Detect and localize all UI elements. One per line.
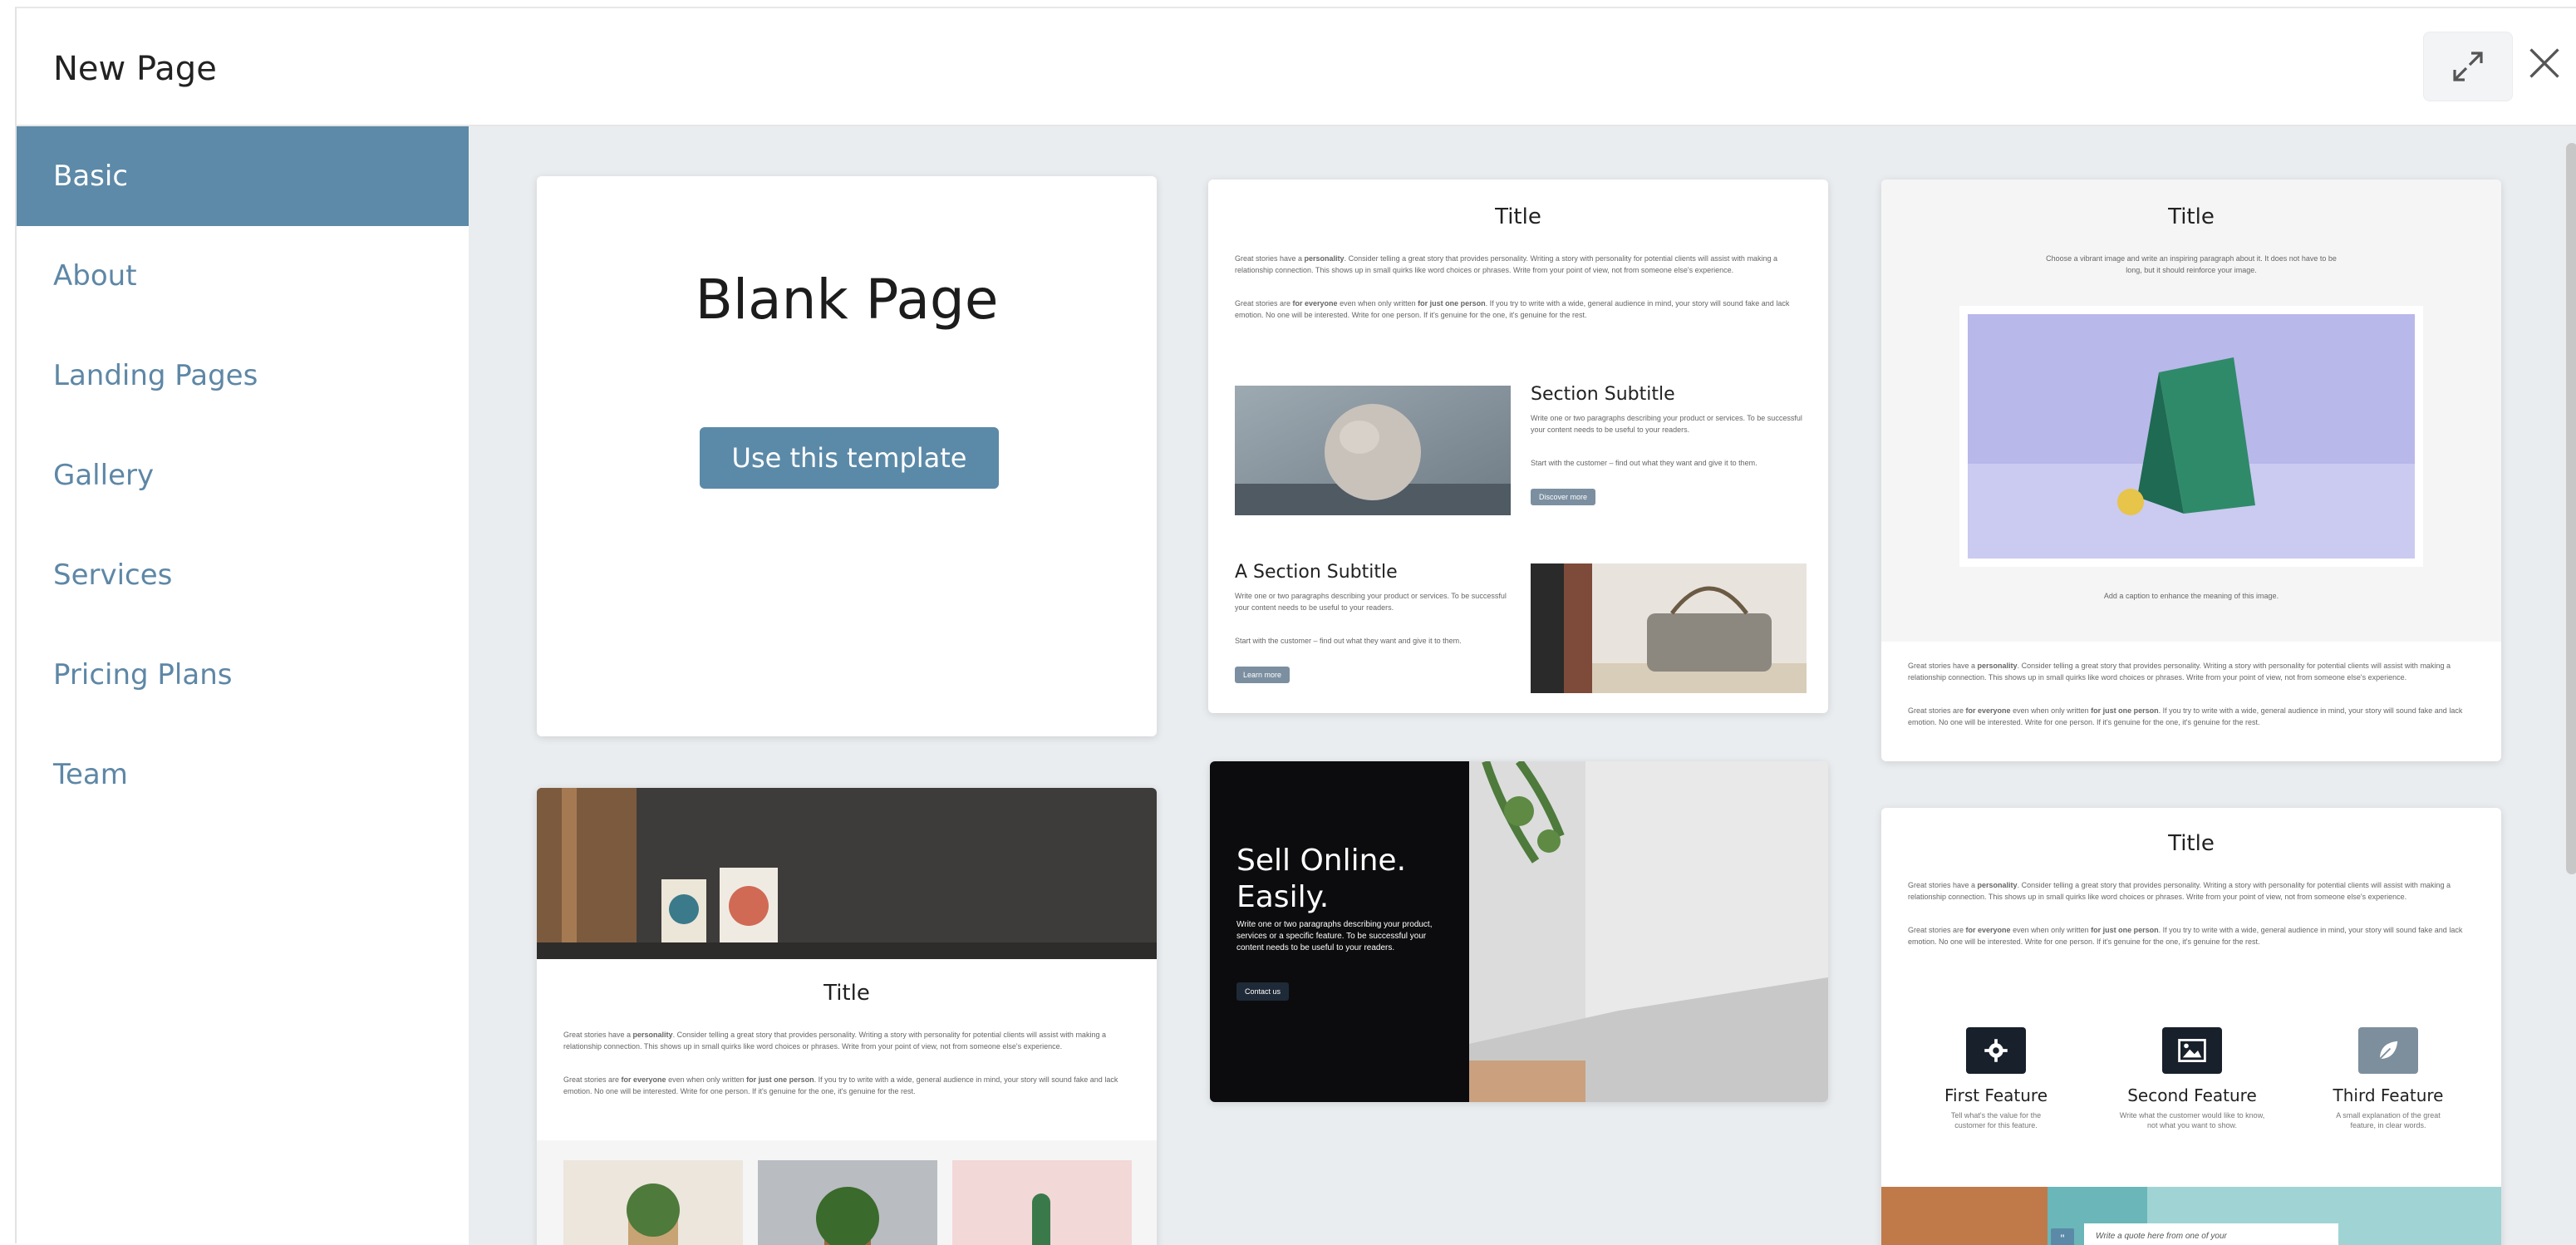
hero-room-image bbox=[537, 788, 1157, 959]
section-subtitle: Section Subtitle bbox=[1531, 384, 1675, 405]
close-icon bbox=[2529, 48, 2559, 78]
feature-name: Third Feature bbox=[2333, 1085, 2444, 1105]
section-subtitle-2: A Section Subtitle bbox=[1235, 562, 1398, 583]
template-card-sections[interactable]: Title Great stories have a personality. … bbox=[1208, 180, 1828, 713]
template-paragraph-2: Great stories are for everyone even when… bbox=[563, 1075, 1118, 1095]
geometric-shape-image bbox=[1959, 306, 2423, 567]
contact-us-button[interactable]: Contact us bbox=[1236, 982, 1290, 1001]
section-text-2: Start with the customer – find out what … bbox=[1531, 459, 1757, 467]
image-intro-text: Choose a vibrant image and write an insp… bbox=[2046, 254, 2337, 274]
cactus-photo bbox=[952, 1160, 1132, 1245]
template-gallery: Blank Page Use this template Title Great… bbox=[469, 126, 2576, 1245]
sidebar-item-label: Team bbox=[53, 758, 128, 791]
category-sidebar: Basic About Landing Pages Gallery Servic… bbox=[17, 126, 469, 1245]
template-card-blank[interactable]: Blank Page Use this template bbox=[537, 176, 1157, 736]
sidebar-item-label: About bbox=[53, 259, 137, 293]
sidebar-item-services[interactable]: Services bbox=[17, 525, 469, 625]
feature-name: First Feature bbox=[1944, 1085, 2048, 1105]
sidebar-item-about[interactable]: About bbox=[17, 226, 469, 326]
speaker-image bbox=[1235, 386, 1511, 515]
template-title: Title bbox=[823, 981, 870, 1006]
sidebar-item-landing-pages[interactable]: Landing Pages bbox=[17, 326, 469, 426]
feature-1: First Feature Tell what's the value for … bbox=[1915, 1027, 2077, 1130]
plant-photo-1 bbox=[563, 1160, 743, 1245]
expand-icon bbox=[2453, 52, 2483, 81]
template-title: Title bbox=[1495, 204, 1541, 229]
discover-more-button[interactable]: Discover more bbox=[1531, 489, 1596, 505]
dialog-title: New Page bbox=[53, 50, 217, 88]
sidebar-item-label: Landing Pages bbox=[53, 359, 258, 392]
sidebar-item-label: Basic bbox=[53, 160, 129, 193]
template-paragraph-1: Great stories have a personality. Consid… bbox=[1908, 881, 2451, 901]
sidebar-item-gallery[interactable]: Gallery bbox=[17, 426, 469, 525]
sell-headline: Sell Online. Easily. bbox=[1236, 844, 1407, 914]
bag-image bbox=[1531, 563, 1807, 693]
feature-desc: Tell what's the value for the customer fo… bbox=[1950, 1111, 2042, 1129]
template-card-sell-online[interactable]: Sell Online. Easily. Write one or two pa… bbox=[1210, 761, 1828, 1102]
template-title: Title bbox=[2168, 204, 2215, 229]
blank-page-title: Blank Page bbox=[695, 268, 999, 332]
template-card-features[interactable]: Title Great stories have a personality. … bbox=[1881, 808, 2501, 1245]
template-paragraph-2: Great stories are for everyone even when… bbox=[1235, 299, 1790, 319]
feature-desc: Write what the customer would like to kn… bbox=[2119, 1111, 2265, 1129]
sidebar-item-team[interactable]: Team bbox=[17, 725, 469, 824]
template-paragraph-1: Great stories have a personality. Consid… bbox=[563, 1031, 1106, 1051]
expand-button[interactable] bbox=[2423, 32, 2513, 101]
template-paragraph-1: Great stories have a personality. Consid… bbox=[1908, 662, 2451, 682]
template-paragraph-1: Great stories have a personality. Consid… bbox=[1235, 254, 1777, 274]
template-title: Title bbox=[2168, 831, 2215, 856]
sidebar-item-basic[interactable]: Basic bbox=[17, 126, 469, 226]
template-paragraph-2: Great stories are for everyone even when… bbox=[1908, 926, 2463, 946]
gallery-strip bbox=[537, 1140, 1157, 1245]
close-button[interactable] bbox=[2519, 38, 2569, 88]
image-icon bbox=[2162, 1027, 2222, 1074]
template-paragraph-2: Great stories are for everyone even when… bbox=[1908, 706, 2463, 726]
use-template-button[interactable]: Use this template bbox=[700, 427, 999, 489]
template-card-image[interactable]: Title Choose a vibrant image and write a… bbox=[1881, 180, 2501, 761]
template-card-hero[interactable]: Title Great stories have a personality. … bbox=[537, 788, 1157, 1245]
feature-2: Second Feature Write what the customer w… bbox=[2111, 1027, 2274, 1130]
stairs-plant-image bbox=[1469, 761, 1828, 1102]
feature-desc: A small explanation of the great feature,… bbox=[2336, 1111, 2441, 1129]
feature-name: Second Feature bbox=[2127, 1085, 2257, 1105]
sidebar-item-label: Services bbox=[53, 559, 173, 592]
feature-3: Third Feature A small explanation of the… bbox=[2307, 1027, 2470, 1130]
new-page-dialog: New Page Basic About Landing Pages Galle… bbox=[15, 7, 2576, 1245]
section-2-text-1: Write one or two paragraphs describing y… bbox=[1235, 592, 1507, 612]
image-caption: Add a caption to enhance the meaning of … bbox=[2103, 592, 2279, 600]
dialog-header: New Page bbox=[17, 8, 2576, 126]
quote-icon: " bbox=[2051, 1228, 2074, 1245]
sidebar-item-label: Gallery bbox=[53, 459, 155, 492]
plant-photo-2 bbox=[758, 1160, 937, 1245]
section-text-1: Write one or two paragraphs describing y… bbox=[1531, 414, 1802, 434]
quote-box: Write a quote here from one of your bbox=[2084, 1223, 2338, 1245]
learn-more-button[interactable]: Learn more bbox=[1235, 667, 1290, 683]
sell-text: Write one or two paragraphs describing y… bbox=[1236, 920, 1433, 952]
sidebar-item-pricing-plans[interactable]: Pricing Plans bbox=[17, 625, 469, 725]
section-2-text-2: Start with the customer – find out what … bbox=[1235, 637, 1462, 645]
leaf-icon bbox=[2358, 1027, 2418, 1074]
sidebar-item-label: Pricing Plans bbox=[53, 658, 233, 691]
scrollbar[interactable] bbox=[2566, 143, 2576, 874]
gear-icon bbox=[1966, 1027, 2026, 1074]
